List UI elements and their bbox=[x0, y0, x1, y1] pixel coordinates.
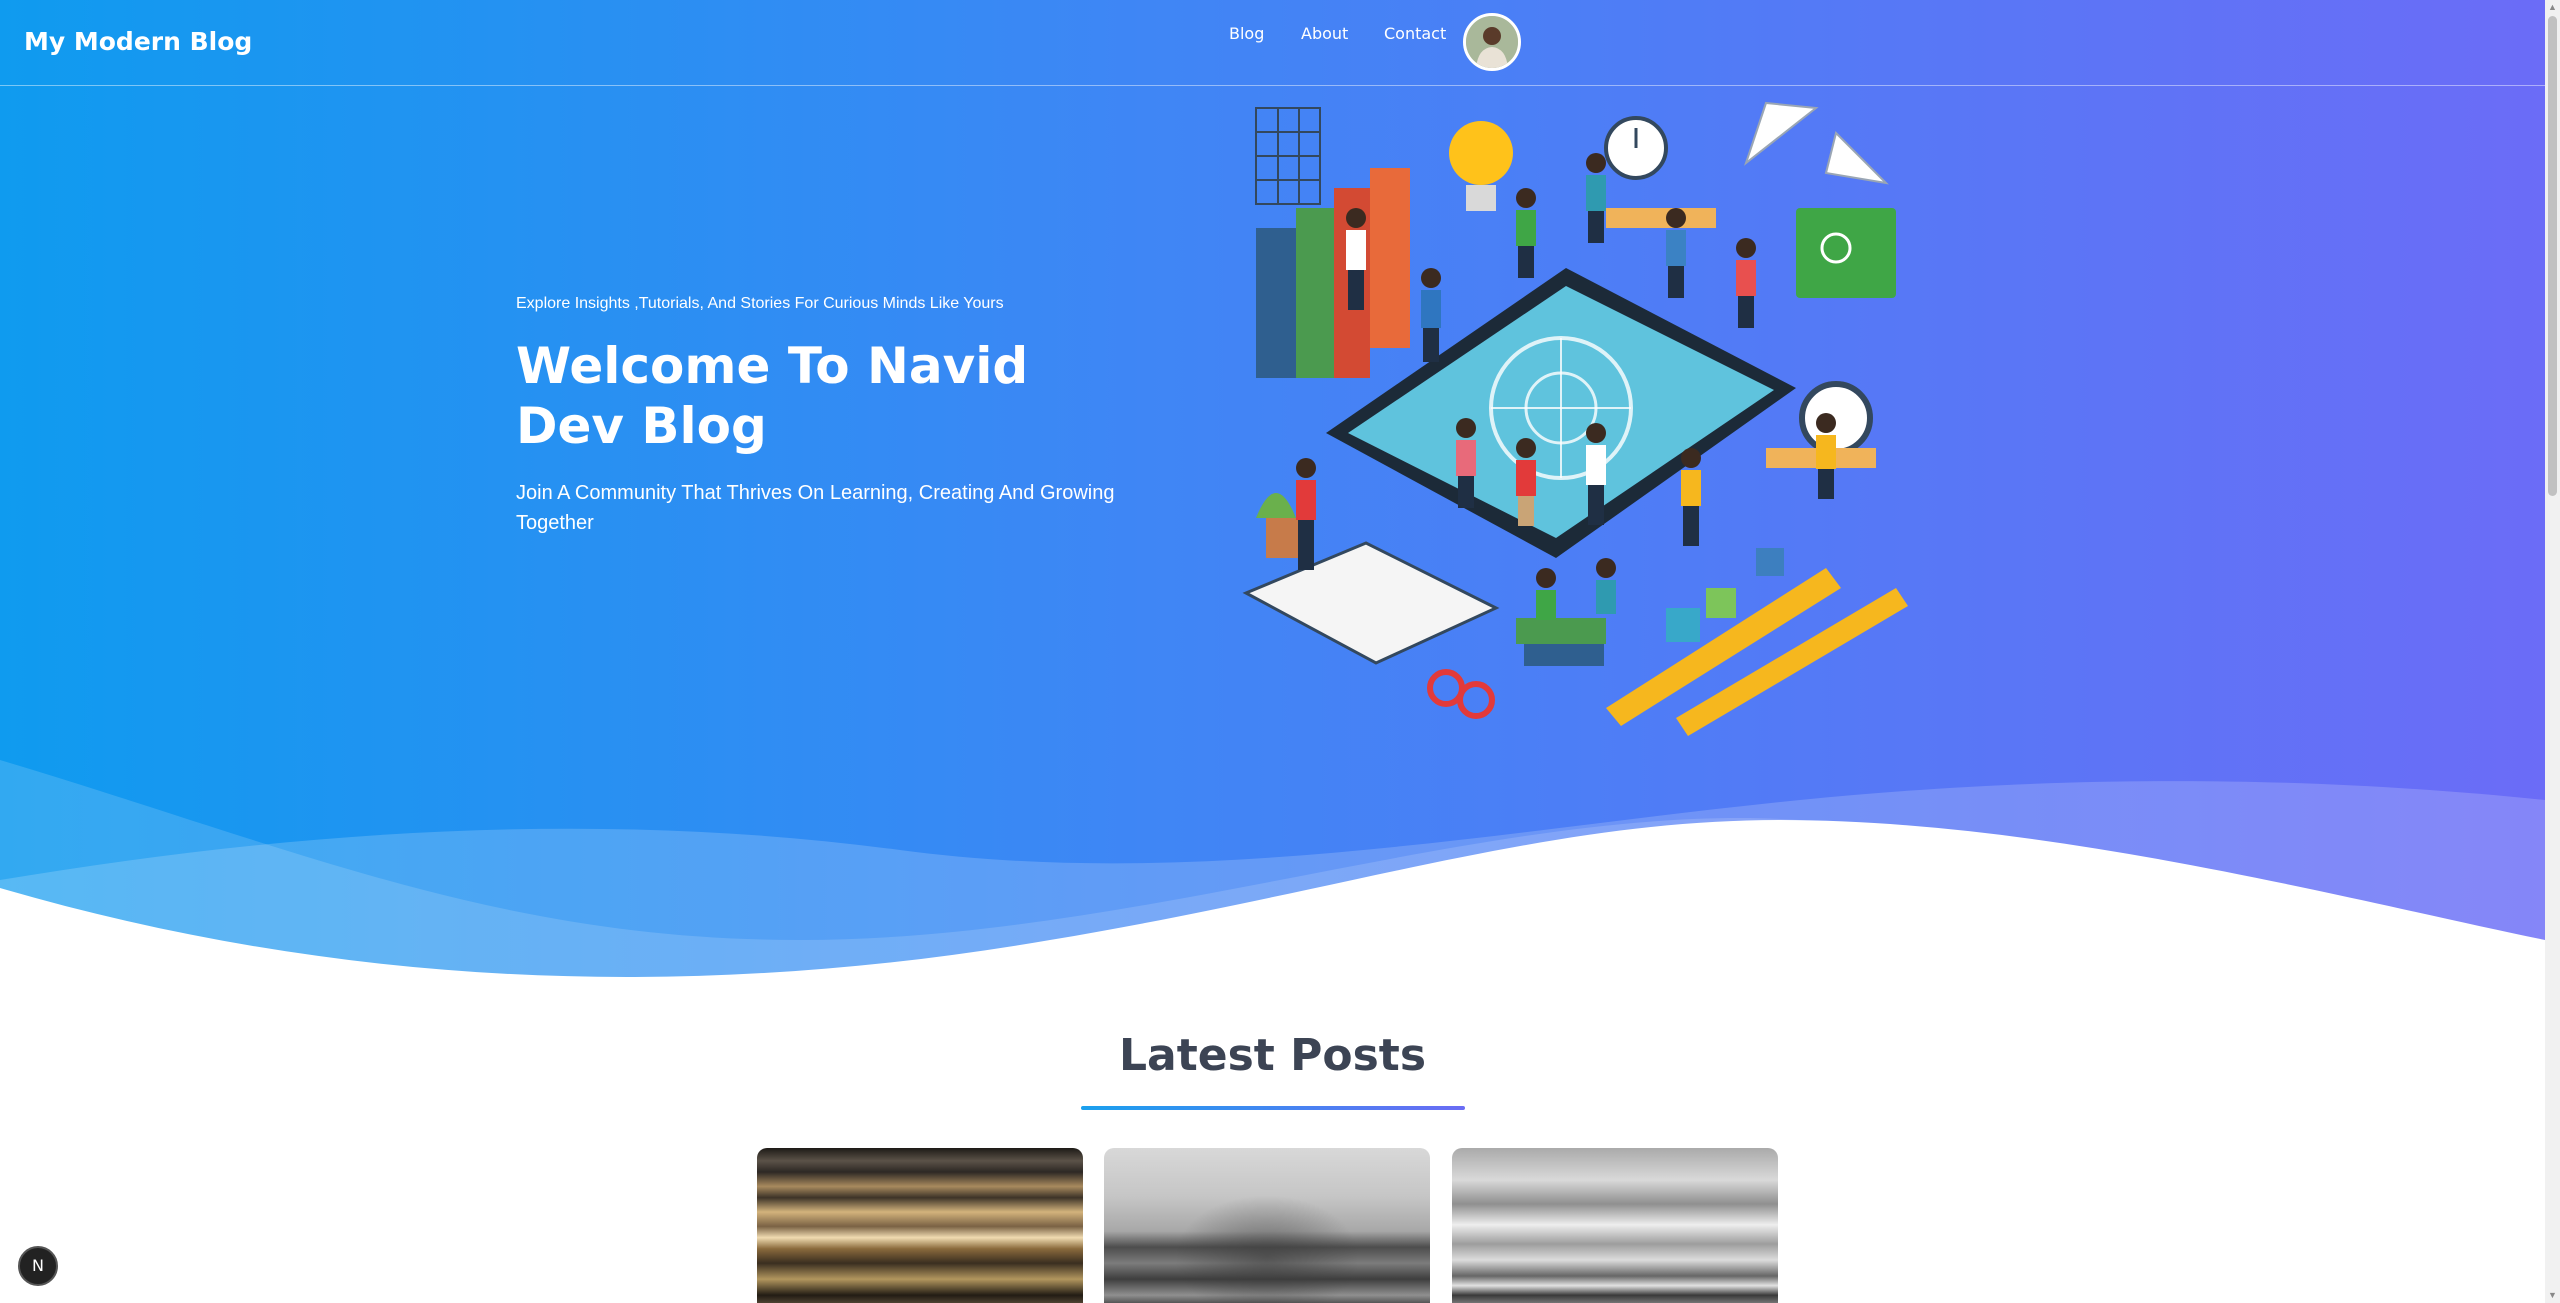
latest-posts-title: Latest Posts bbox=[1118, 1030, 1427, 1081]
nextjs-dev-indicator-icon[interactable]: N bbox=[18, 1246, 58, 1286]
post-card-3[interactable] bbox=[1452, 1148, 1778, 1303]
blurred-golden-lines-image bbox=[757, 1148, 1083, 1303]
post-card-1[interactable] bbox=[757, 1148, 1083, 1303]
post-card-2[interactable] bbox=[1104, 1148, 1430, 1303]
nav-link-about[interactable]: About bbox=[1301, 24, 1348, 43]
scroll-up-arrow-icon[interactable]: ▲ bbox=[2548, 3, 2557, 12]
learning-community-illustration-icon bbox=[1242, 101, 1908, 736]
nav-link-contact[interactable]: Contact bbox=[1384, 24, 1446, 43]
hero-section: My Modern Blog Blog About Contact Explor… bbox=[0, 0, 2545, 1010]
grayscale-seascape-image bbox=[1452, 1148, 1778, 1303]
hero-subtitle: Join A Community That Thrives On Learnin… bbox=[516, 482, 1115, 534]
scroll-down-arrow-icon[interactable]: ▼ bbox=[2548, 1291, 2557, 1300]
hero-eyebrow: Explore Insights ,Tutorials, And Stories… bbox=[516, 295, 1004, 312]
avatar-photo-icon bbox=[1466, 16, 1518, 68]
user-avatar[interactable] bbox=[1463, 13, 1521, 71]
hero-wave-divider bbox=[0, 760, 2545, 1010]
grayscale-gravel-image bbox=[1104, 1148, 1430, 1303]
navbar: My Modern Blog Blog About Contact bbox=[0, 0, 2545, 86]
title-underline bbox=[1081, 1106, 1465, 1110]
scrollbar-thumb[interactable] bbox=[2548, 16, 2557, 496]
nav-link-blog[interactable]: Blog bbox=[1229, 24, 1264, 43]
hero-title: Welcome To Navid Dev Blog bbox=[516, 337, 1029, 455]
site-logo[interactable]: My Modern Blog bbox=[24, 27, 252, 56]
